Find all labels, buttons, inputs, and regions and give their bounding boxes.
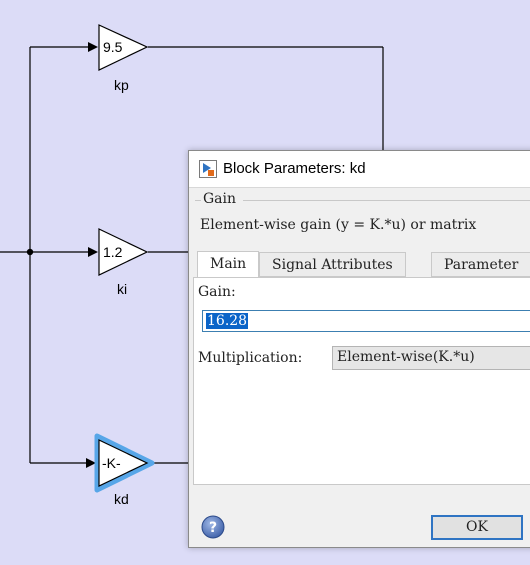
group-border: [195, 200, 201, 201]
branch-point: [26, 248, 34, 256]
gain-input-value: 16.28: [206, 313, 249, 329]
gain-block-ki[interactable]: 1.2: [98, 228, 149, 276]
block-name-kd: kd: [114, 491, 129, 507]
gain-label: Gain:: [198, 284, 236, 300]
arrowhead: [88, 247, 98, 257]
gain-block-kp[interactable]: 9.5: [98, 24, 149, 71]
tab-panel-main: Gain: 16.28 Multiplication: Element-wise…: [193, 277, 530, 485]
block-parameters-dialog: Block Parameters: kd Gain Element-wise g…: [188, 150, 530, 548]
group-border: [243, 200, 530, 201]
ok-button[interactable]: OK: [431, 515, 523, 540]
group-title: Gain: [203, 191, 237, 207]
gain-block-kd[interactable]: -K-: [94, 433, 155, 493]
gain-block-kd-value: -K-: [102, 455, 121, 471]
question-mark-icon[interactable]: ?: [201, 515, 225, 539]
tab-parameter[interactable]: Parameter: [431, 252, 530, 277]
block-name-kp: kp: [114, 77, 129, 93]
dialog-titlebar[interactable]: Block Parameters: kd: [189, 151, 530, 188]
block-description: Element-wise gain (y = K.*u) or matrix: [200, 217, 477, 233]
tab-signal-attributes[interactable]: Signal Attributes: [259, 252, 406, 277]
tab-bar: Main Signal Attributes Parameter: [193, 251, 530, 278]
tab-main[interactable]: Main: [197, 251, 260, 278]
gain-input[interactable]: 16.28: [202, 310, 530, 332]
multiplication-label: Multiplication:: [198, 350, 303, 366]
gain-block-ki-value: 1.2: [103, 244, 123, 260]
dialog-title: Block Parameters: kd: [223, 160, 366, 177]
gain-block-kp-value: 9.5: [103, 39, 123, 55]
multiplication-dropdown[interactable]: Element-wise(K.*u): [332, 346, 530, 370]
svg-text:?: ?: [209, 520, 217, 536]
simulink-block-icon: [199, 160, 217, 178]
block-name-ki: ki: [117, 281, 128, 297]
arrowhead: [88, 42, 98, 52]
